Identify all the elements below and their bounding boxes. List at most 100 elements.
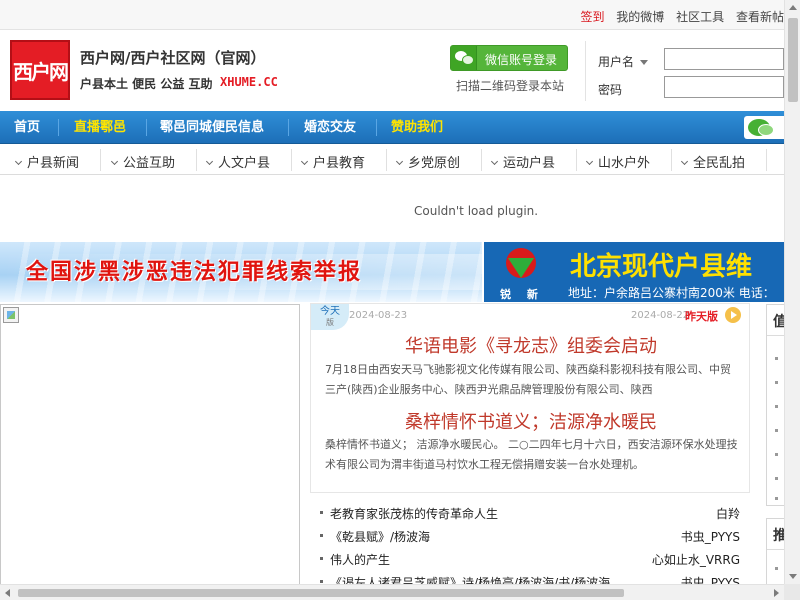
subnav-divider (100, 149, 101, 171)
right-rail-panel: 推 (766, 518, 787, 590)
today-date: 2024-08-23 (349, 310, 408, 321)
my-weibo-link[interactable]: 我的微博 (616, 10, 664, 24)
broken-image-icon (3, 307, 19, 323)
view-new-posts-link[interactable]: 查看新帖 (736, 10, 784, 24)
slideshow-image-box[interactable] (0, 304, 300, 588)
scroll-up-icon[interactable] (789, 5, 797, 10)
nav-item-sponsor[interactable]: 赞助我们 (391, 111, 443, 144)
sub-nav: 户县新闻 公益互助 人文户县 户县教育 乡党原创 运动户县 山水户外 全民乱拍 (0, 145, 784, 175)
article-title[interactable]: 《乾县赋》/杨波海 (330, 528, 430, 545)
scroll-down-icon[interactable] (789, 574, 797, 579)
vertical-scrollbar[interactable] (784, 0, 800, 584)
subnav-item-photos[interactable]: 全民乱拍 (680, 152, 746, 171)
report-banner-text: 全国涉黑涉恶违法犯罪线索举报 (26, 260, 363, 285)
list-item: 《乾县赋》/杨波海 书虫_PYYS (316, 525, 746, 548)
headline-title[interactable]: 桑梓情怀书道义；洁源净水暖民 (311, 408, 751, 434)
vertical-scroll-thumb[interactable] (788, 18, 798, 102)
rail-divider (767, 549, 785, 550)
bullet-icon (320, 511, 323, 514)
subnav-item-original[interactable]: 乡党原创 (395, 152, 461, 171)
bullet-icon (775, 477, 778, 480)
nav-separator (376, 119, 377, 136)
chevron-down-icon (640, 60, 649, 65)
password-label: 密码 (598, 83, 623, 97)
chevron-down-icon (110, 157, 119, 166)
nav-item-live-huyi[interactable]: 直播鄠邑 (74, 111, 126, 144)
dealer-brand: 锐 新 (500, 288, 544, 301)
subnav-item-sports[interactable]: 运动户县 (490, 152, 555, 171)
wechat-login-button[interactable]: 微信账号登录 (450, 45, 568, 71)
chevron-down-icon (490, 157, 499, 166)
subnav-item-culture[interactable]: 人文户县 (205, 152, 271, 171)
today-edition-tag[interactable]: 今天 版 (311, 304, 349, 330)
chevron-down-icon (585, 157, 594, 166)
headline-title[interactable]: 华语电影《寻龙志》组委会启动 (311, 332, 751, 358)
article-title[interactable]: 伟人的产生 (330, 551, 390, 568)
headline-panel: 今天 版 2024-08-23 2024-08-22 昨天版 华语电影《寻龙志》… (310, 303, 750, 493)
scroll-left-icon[interactable] (5, 589, 10, 597)
scroll-right-icon[interactable] (774, 589, 779, 597)
list-item: 伟人的产生 心如止水_VRRG (316, 548, 746, 571)
report-banner[interactable]: 全国涉黑涉恶违法犯罪线索举报 (0, 242, 482, 302)
subnav-item-label: 人文户县 (218, 156, 271, 171)
username-label: 用户名 (598, 55, 635, 69)
bullet-icon (775, 567, 778, 570)
scrollbar-corner (784, 584, 800, 600)
dealer-address: 地址：户余路吕公寨村南200米 电话： (568, 286, 775, 300)
article-list: 老教育家张茂栋的传奇革命人生 白羚 《乾县赋》/杨波海 书虫_PYYS 伟人的产… (316, 502, 746, 594)
subnav-item-outdoors[interactable]: 山水户外 (585, 152, 650, 171)
site-title: 西户网/西户社区网（官网） (80, 49, 266, 67)
bullet-icon (320, 580, 323, 583)
subnav-divider (481, 149, 482, 171)
today-tag-sub: 版 (326, 318, 334, 327)
subnav-item-label: 户县新闻 (27, 156, 80, 171)
subnav-item-label: 乡党原创 (408, 156, 461, 171)
password-input[interactable] (664, 76, 784, 98)
chevron-down-icon (680, 157, 689, 166)
nav-item-home[interactable]: 首页 (14, 111, 40, 144)
horizontal-scroll-thumb[interactable] (18, 589, 624, 597)
subnav-item-charity[interactable]: 公益互助 (110, 152, 175, 171)
subnav-item-county-news[interactable]: 户县新闻 (14, 152, 80, 171)
bullet-icon (320, 557, 323, 560)
nav-item-local-services[interactable]: 鄠邑同城便民信息 (160, 111, 264, 144)
article-author[interactable]: 心如止水_VRRG (652, 551, 740, 568)
username-type-dropdown[interactable]: 用户名 (598, 53, 649, 70)
subnav-divider (386, 149, 387, 171)
nav-item-dating[interactable]: 婚恋交友 (304, 111, 356, 144)
today-tag-label: 今天 (320, 306, 340, 317)
site-domain: XHUME.CC (220, 75, 278, 89)
article-title[interactable]: 老教育家张茂栋的传奇革命人生 (330, 505, 498, 522)
qr-login-hint[interactable]: 扫描二维码登录本站 (456, 77, 564, 94)
rail-divider (767, 335, 785, 336)
subnav-divider (671, 149, 672, 171)
wechat-login-label: 微信账号登录 (485, 53, 558, 67)
bullet-icon (775, 381, 778, 384)
subnav-divider (766, 149, 767, 171)
right-rail-panel: 值 (766, 304, 787, 506)
yesterday-edition-link[interactable]: 昨天版 (685, 308, 718, 324)
dealer-banner[interactable]: 锐 新 北京现代户县维 地址：户余路吕公寨村南200米 电话： (484, 242, 784, 302)
article-author[interactable]: 白羚 (716, 505, 740, 522)
yesterday-date: 2024-08-22 (631, 310, 690, 321)
subnav-item-label: 全民乱拍 (693, 156, 746, 171)
wechat-icon[interactable] (744, 116, 784, 139)
community-tools-link[interactable]: 社区工具 (676, 10, 724, 24)
chevron-down-icon (14, 157, 23, 166)
headline-summary: 7月18日由西安天马飞驰影视文化传媒有限公司、陕西燊科影视科技有限公司、中贸三产… (325, 363, 731, 396)
arrow-right-icon[interactable] (725, 307, 741, 323)
top-utility-bar: 签到 我的微博 社区工具 查看新帖 (0, 0, 784, 30)
horizontal-scrollbar[interactable] (0, 584, 784, 600)
signin-link[interactable]: 签到 (580, 10, 604, 24)
bullet-icon (775, 497, 778, 500)
bullet-icon (775, 405, 778, 408)
subnav-item-education[interactable]: 户县教育 (300, 152, 365, 171)
site-slogan: 户县本土 便民 公益 互助 (80, 77, 213, 91)
article-author[interactable]: 书虫_PYYS (681, 528, 740, 545)
bullet-icon (320, 534, 323, 537)
site-logo[interactable]: 西户网 (10, 40, 70, 100)
plugin-error-message: Couldn't load plugin. (414, 204, 539, 218)
main-nav: 首页 直播鄠邑 鄠邑同城便民信息 婚恋交友 赞助我们 (0, 111, 784, 144)
headline-summary: 桑梓情怀书道义； 洁源净水暖民心。 二○二四年七月十六日，西安洁源环保水处理技术… (325, 438, 738, 471)
username-input[interactable] (664, 48, 784, 70)
